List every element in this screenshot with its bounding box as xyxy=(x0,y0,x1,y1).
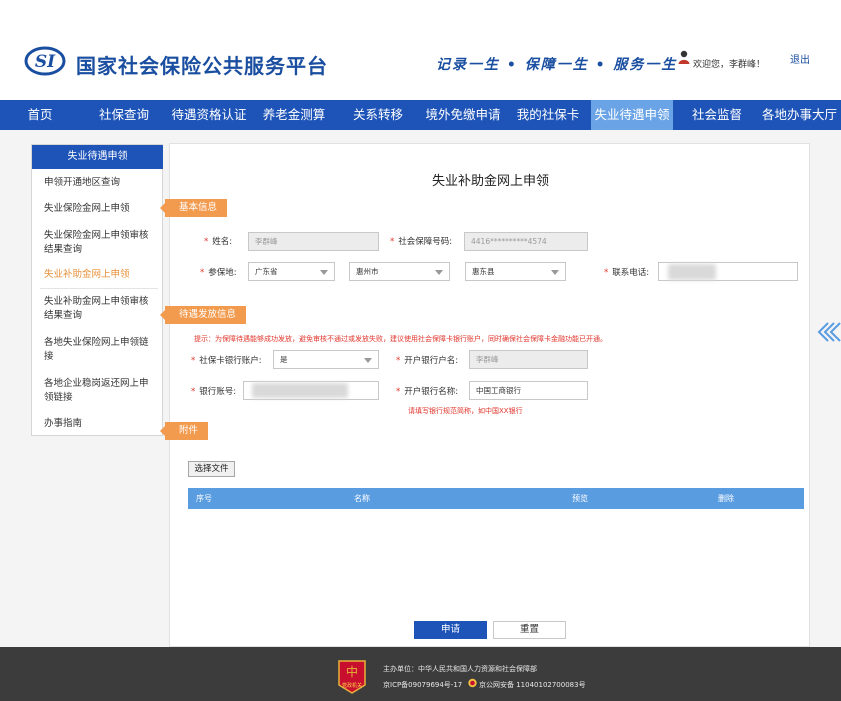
sscard-account-select[interactable]: 是 xyxy=(273,350,379,369)
required-mark: * xyxy=(191,356,196,366)
city-value: 惠州市 xyxy=(356,267,379,276)
page-title: 失业补助金网上申领 xyxy=(431,174,549,189)
account-holder-label: * 开户银行户名: xyxy=(396,354,458,366)
sidebar-title: 失业待遇申领 xyxy=(32,145,163,169)
nav-eligibility-auth[interactable]: 待遇资格认证 xyxy=(168,100,250,130)
ssn-label: * 社会保障号码: xyxy=(390,235,452,247)
nav-social-supervision[interactable]: 社会监督 xyxy=(680,100,754,130)
site-title: 国家社会保险公共服务平台 xyxy=(76,54,328,78)
column-name: 名称 xyxy=(354,494,370,503)
nav-unemployment-benefits[interactable]: 失业待遇申领 xyxy=(591,100,673,130)
sidebar-item-job-stabilization-links[interactable]: 各地企业稳岗返还网上申领链接 xyxy=(44,377,156,405)
required-mark: * xyxy=(204,237,209,247)
account-holder-label-text: 开户银行户名: xyxy=(404,356,459,366)
column-preview: 预览 xyxy=(572,494,588,503)
chevron-down-icon xyxy=(320,270,328,275)
attachment-table-header: 序号 名称 预览 删除 xyxy=(188,488,804,509)
section-basic-info: 基本信息 xyxy=(159,199,228,217)
phone-label: * 联系电话: xyxy=(604,266,649,278)
column-index: 序号 xyxy=(196,494,212,503)
site-header: SI 国家社会保险公共服务平台 记录一生 • 保障一生 • 服务一生 欢迎您，李… xyxy=(0,0,841,100)
nav-pension-calc[interactable]: 养老金测算 xyxy=(258,100,330,130)
svg-text:中: 中 xyxy=(346,664,358,679)
nav-local-service-halls[interactable]: 各地办事大厅 xyxy=(758,100,841,130)
choose-file-button[interactable]: 选择文件 xyxy=(188,461,235,477)
ssn-field[interactable]: 4416**********4574 xyxy=(464,232,588,251)
double-chevron-left-icon[interactable] xyxy=(816,318,841,346)
redacted-bank-account xyxy=(252,383,348,398)
nav-transfer[interactable]: 关系转移 xyxy=(340,100,416,130)
sscard-account-value: 是 xyxy=(280,355,288,364)
nav-overseas-exemption[interactable]: 境外免缴申请 xyxy=(420,100,506,130)
footer-police[interactable]: 京公网安备 11040102700083号 xyxy=(479,680,586,690)
logout-link[interactable]: 退出 xyxy=(790,51,810,66)
bank-name-label-text: 开户银行名称: xyxy=(404,387,459,397)
required-mark: * xyxy=(396,356,401,366)
phone-label-text: 联系电话: xyxy=(612,268,650,278)
county-select[interactable]: 惠东县 xyxy=(465,262,566,281)
province-select[interactable]: 广东省 xyxy=(248,262,335,281)
nav-my-ss-card[interactable]: 我的社保卡 xyxy=(510,100,586,130)
sidebar-item-local-ui-links[interactable]: 各地失业保险网上申领链接 xyxy=(44,336,156,364)
section-payment-info: 待遇发放信息 xyxy=(159,306,247,324)
ssn-label-text: 社会保障号码: xyxy=(398,237,453,247)
account-holder-field[interactable]: 李群峰 xyxy=(469,350,588,369)
nav-social-security-query[interactable]: 社保查询 xyxy=(88,100,160,130)
sidebar: 失业待遇申领 申领开通地区查询 失业保险金网上申领 失业保险金网上申领审核结果查… xyxy=(31,144,163,436)
apply-button[interactable]: 申请 xyxy=(414,621,487,639)
si-logo-icon: SI xyxy=(24,46,66,76)
reset-button[interactable]: 重置 xyxy=(493,621,566,639)
province-value: 广东省 xyxy=(255,267,278,276)
sidebar-item-service-guide[interactable]: 办事指南 xyxy=(44,417,156,431)
site-footer: 中 党政机关 主办单位：中华人民共和国人力资源和社会保障部 京ICP备09079… xyxy=(0,647,841,701)
sscard-account-label-text: 社保卡银行账户: xyxy=(199,356,262,366)
name-field[interactable]: 李群峰 xyxy=(248,232,379,251)
required-mark: * xyxy=(200,268,205,278)
logo-mark-text: SI xyxy=(35,52,56,72)
government-badge-icon[interactable]: 中 党政机关 xyxy=(336,659,368,695)
sidebar-item-ui-apply-result[interactable]: 失业保险金网上申领审核结果查询 xyxy=(44,229,156,257)
chevron-down-icon xyxy=(435,270,443,275)
welcome-text: 欢迎您，李群峰！ xyxy=(693,60,766,70)
footer-host: 主办单位：中华人民共和国人力资源和社会保障部 xyxy=(383,665,537,673)
chevron-down-icon xyxy=(364,358,372,363)
insured-place-label-text: 参保地: xyxy=(208,268,237,278)
user-avatar-icon xyxy=(678,50,690,64)
name-label: * 姓名: xyxy=(204,235,232,247)
police-badge-icon xyxy=(468,678,477,688)
sscard-account-label: * 社保卡银行账户: xyxy=(191,354,262,366)
redacted-phone xyxy=(668,264,716,280)
required-mark: * xyxy=(604,268,609,278)
bank-name-label: * 开户银行名称: xyxy=(396,385,458,397)
bank-account-label: * 银行账号: xyxy=(191,385,236,397)
main-nav: 首页 社保查询 待遇资格认证 养老金测算 关系转移 境外免缴申请 我的社保卡 失… xyxy=(0,100,841,130)
chevron-down-icon xyxy=(551,270,559,275)
required-mark: * xyxy=(191,387,196,397)
footer-icp[interactable]: 京ICP备09079694号-17 xyxy=(383,680,462,690)
bank-account-label-text: 银行账号: xyxy=(199,387,237,397)
name-label-text: 姓名: xyxy=(212,237,233,247)
payment-tip: 提示：为保障待遇能够成功发放，避免审核不通过或发放失败，建议使用社会保障卡银行账… xyxy=(194,335,607,343)
city-select[interactable]: 惠州市 xyxy=(349,262,450,281)
bank-name-field[interactable]: 中国工商银行 xyxy=(469,381,588,400)
slogan: 记录一生 • 保障一生 • 服务一生 xyxy=(436,57,678,73)
section-attachment: 附件 xyxy=(159,422,209,440)
bank-name-hint: 请填写银行规范简称，如中国XX银行 xyxy=(408,407,523,415)
county-value: 惠东县 xyxy=(472,267,495,276)
sidebar-item-open-areas[interactable]: 申领开通地区查询 xyxy=(44,176,156,190)
sidebar-item-ui-apply[interactable]: 失业保险金网上申领 xyxy=(44,202,156,216)
sidebar-item-subsidy-apply[interactable]: 失业补助金网上申领 xyxy=(44,268,156,282)
required-mark: * xyxy=(390,237,395,247)
nav-home[interactable]: 首页 xyxy=(10,100,70,130)
insured-place-label: * 参保地: xyxy=(200,266,237,278)
sidebar-item-subsidy-result[interactable]: 失业补助金网上申领审核结果查询 xyxy=(44,295,156,323)
sidebar-divider xyxy=(40,288,158,289)
column-delete: 删除 xyxy=(718,494,734,503)
required-mark: * xyxy=(396,387,401,397)
badge-text: 党政机关 xyxy=(342,682,362,689)
